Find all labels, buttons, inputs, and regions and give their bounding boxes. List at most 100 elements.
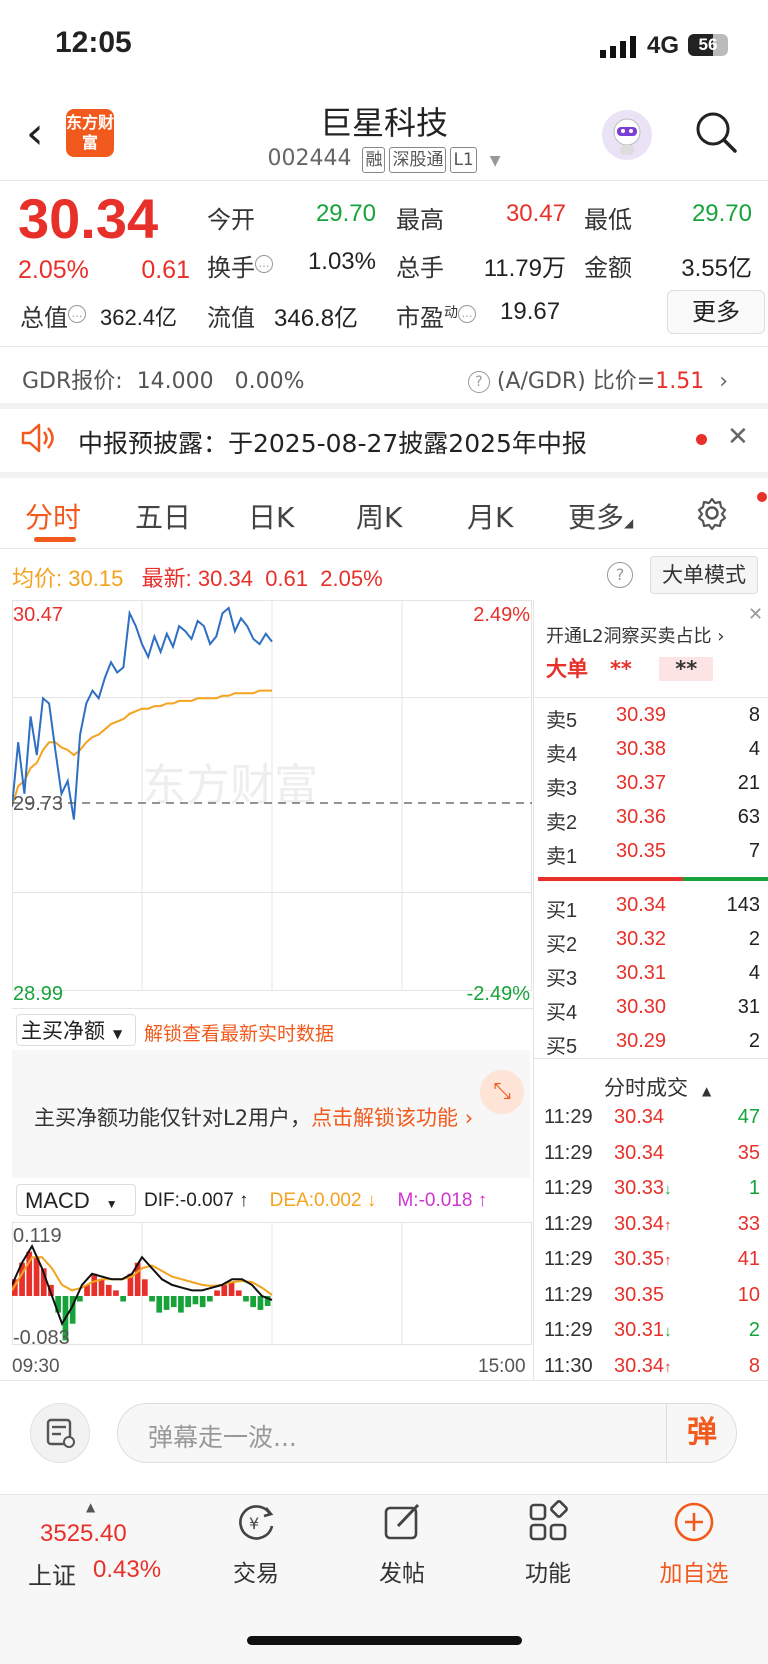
sell-level: 卖2 — [546, 812, 578, 834]
info-icon[interactable]: … — [458, 305, 476, 323]
sell-volume: 7 — [748, 840, 760, 862]
tick-price: 30.33 — [614, 1177, 665, 1199]
battery-level: 56 — [698, 35, 718, 54]
macd-chart[interactable]: 0.119 -0.083 — [12, 1222, 532, 1352]
index-name[interactable]: 上证 — [28, 1556, 76, 1591]
volume-value: 11.79万 — [483, 255, 566, 282]
macd-bar — [207, 1296, 213, 1302]
sell-row: 卖3 30.37 21 — [546, 772, 760, 806]
volume-label: 总手 — [396, 254, 444, 282]
netbuy-select[interactable]: 主买净额 ▼ — [16, 1014, 136, 1046]
tick-time: 11:29 — [544, 1283, 593, 1306]
ticks-title[interactable]: 分时成交 ▲ — [604, 1072, 711, 1102]
signal-icon — [600, 36, 636, 58]
margin-tag: 融 — [362, 147, 386, 173]
nav-functions-label: 功能 — [525, 1561, 571, 1587]
nav-post[interactable]: 发帖 — [342, 1500, 462, 1588]
speaker-icon — [21, 423, 54, 453]
macd-bar — [120, 1296, 126, 1302]
tick-arrow: ↑ — [664, 1216, 672, 1234]
info-icon[interactable]: … — [255, 255, 273, 273]
big-order-mask: ** — [659, 657, 714, 681]
close-icon[interactable]: ✕ — [727, 422, 749, 452]
tick-price: 30.34 — [614, 1212, 665, 1235]
expand-icon[interactable]: ⤡ — [480, 1070, 524, 1114]
sell-volume: 63 — [737, 806, 760, 828]
sell-level: 卖3 — [546, 778, 578, 800]
divider — [0, 180, 768, 181]
tab-more[interactable]: 更多◢ — [568, 496, 633, 536]
tick-row: 11:29 30.35 10 — [544, 1284, 760, 1319]
tab-five-day[interactable]: 五日 — [135, 496, 191, 536]
tab-intraday[interactable]: 分时 — [25, 496, 81, 536]
tick-time: 11:30 — [544, 1354, 593, 1377]
buy-level: 买2 — [546, 934, 578, 956]
tab-weekly-k[interactable]: 周K — [356, 496, 402, 536]
sell-level: 卖4 — [546, 744, 578, 766]
macd-bar — [77, 1296, 83, 1302]
buy-volume: 2 — [748, 928, 760, 950]
help-icon[interactable]: ? — [607, 562, 633, 588]
macd-bar — [214, 1290, 220, 1296]
macd-bar — [235, 1290, 242, 1296]
macd-bar — [257, 1296, 264, 1310]
sell-level: 卖1 — [546, 846, 578, 868]
big-order-mode-button[interactable]: 大单模式 — [650, 556, 758, 594]
index-value[interactable]: 3525.40 — [40, 1520, 127, 1548]
netbuy-unlock-link[interactable]: 解锁查看最新实时数据 — [144, 1019, 334, 1046]
settings-gear-icon[interactable] — [695, 496, 729, 530]
big-order-row: 大单 ** ** — [546, 653, 714, 683]
price-summary-row: 均价: 30.15 最新: 30.34 0.61 2.05% — [12, 566, 383, 591]
grid-icon — [488, 1500, 608, 1548]
intraday-chart[interactable]: 东方财富 30.47 29.73 28.99 2.49% -2.49% — [12, 600, 532, 1008]
tick-time: 11:29 — [544, 1106, 593, 1128]
gdr-row[interactable]: GDR报价: 14.000 0.00% — [22, 363, 305, 395]
buy-price: 30.32 — [616, 928, 667, 950]
turnover-value: 1.03% — [307, 248, 376, 275]
tick-price: 30.34 — [614, 1354, 665, 1377]
notice-text[interactable]: 中报预披露：于2025-08-27披露2025年中报 — [78, 424, 587, 460]
pct-max-label: 2.49% — [473, 604, 530, 626]
change-percent: 2.05% — [18, 256, 89, 284]
netbuy-unlock-link[interactable]: 点击解锁该功能 — [311, 1106, 458, 1130]
help-icon[interactable]: ? — [467, 371, 490, 393]
gdr-ratio[interactable]: ? (A/GDR) 比价=1.51 › — [467, 363, 728, 395]
l2-promo[interactable]: 开通L2洞察买卖占比 › — [546, 622, 724, 648]
assistant-robot-icon[interactable] — [602, 110, 652, 160]
index-pct[interactable]: 0.43% — [93, 1556, 161, 1584]
latest-pct: 2.05% — [320, 566, 383, 591]
nav-functions[interactable]: 功能 — [488, 1500, 608, 1588]
indicator-select[interactable]: MACD ▼ — [16, 1184, 136, 1216]
buy-level: 买1 — [546, 900, 578, 922]
nav-add-watchlist[interactable]: 加自选 — [634, 1500, 754, 1588]
tab-daily-k[interactable]: 日K — [248, 496, 294, 536]
tick-row: 11:29 30.35↑ 41 — [544, 1248, 760, 1283]
buy-level: 买3 — [546, 968, 578, 990]
barrage-send-button[interactable]: 弹 — [666, 1404, 737, 1462]
macd-bar — [98, 1279, 105, 1296]
nav-trade[interactable]: ¥ 交易 — [196, 1500, 316, 1588]
section-gap — [0, 403, 768, 409]
barrage-settings-icon[interactable] — [30, 1403, 90, 1463]
buy-price: 30.30 — [616, 996, 667, 1018]
info-icon[interactable]: … — [68, 305, 86, 323]
close-icon[interactable]: ✕ — [748, 604, 763, 625]
x-start-label: 09:30 — [12, 1356, 60, 1377]
sell-price: 30.38 — [616, 738, 667, 760]
sell-row: 卖4 30.38 4 — [546, 738, 760, 772]
tick-price: 30.34 — [614, 1106, 665, 1128]
pct-min-label: -2.49% — [467, 983, 531, 1005]
tick-price: 30.35 — [614, 1248, 665, 1270]
buy-ratio-bar — [683, 877, 768, 881]
more-button[interactable]: 更多 — [667, 290, 765, 334]
macd-bar — [199, 1296, 206, 1308]
buy-price: 30.34 — [616, 894, 667, 916]
macd-bar — [149, 1296, 155, 1302]
expand-up-icon[interactable]: ▲ — [86, 1500, 95, 1514]
tick-arrow: ↓ — [664, 1181, 672, 1198]
tab-monthly-k[interactable]: 月K — [467, 496, 513, 536]
dropdown-icon[interactable]: ▼ — [490, 153, 501, 169]
macd-bar — [178, 1296, 184, 1313]
search-icon[interactable] — [694, 110, 738, 154]
tick-volume: 8 — [748, 1354, 760, 1377]
